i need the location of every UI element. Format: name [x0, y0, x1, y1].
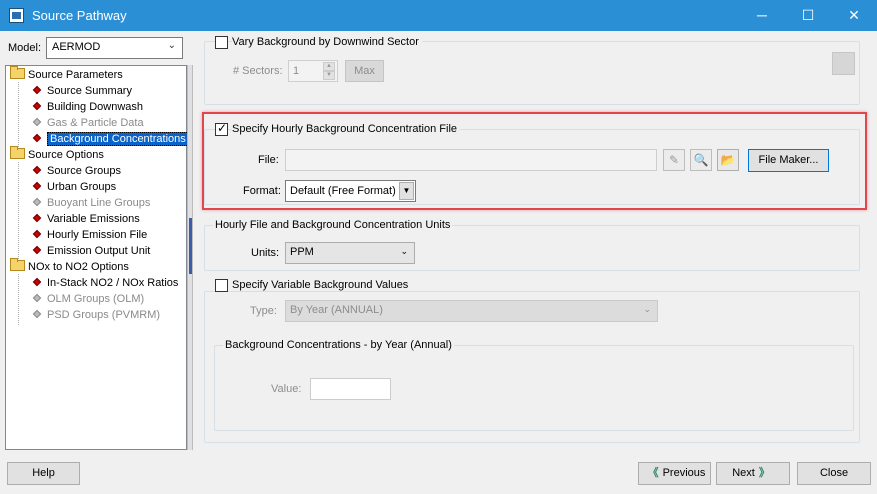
- diamond-bullet-icon: [32, 85, 42, 95]
- close-button[interactable]: Close: [797, 462, 871, 485]
- tree-item-building-downwash[interactable]: Building Downwash: [32, 99, 143, 115]
- tree-item-source-summary[interactable]: Source Summary: [32, 83, 132, 99]
- tree-item-psd-groups[interactable]: PSD Groups (PVMRM): [32, 307, 161, 323]
- navigation-tree: Source Parameters Source Summary Buildin…: [5, 65, 189, 450]
- chevron-down-icon: ⌄: [167, 40, 176, 51]
- spin-up-icon[interactable]: ▲: [323, 62, 335, 71]
- tree-folder-label: NOx to NO2 Options: [28, 261, 129, 273]
- type-select[interactable]: By Year (ANNUAL) ⌄: [285, 300, 658, 322]
- previous-button[interactable]: 《 Previous: [638, 462, 711, 485]
- diamond-bullet-icon: [32, 133, 42, 143]
- model-value: AERMOD: [52, 41, 101, 53]
- diamond-bullet-icon: [32, 229, 42, 239]
- sector-preview-box[interactable]: [832, 52, 855, 75]
- tree-folder-label: Source Parameters: [28, 69, 123, 81]
- help-button[interactable]: Help: [7, 462, 80, 485]
- tree-item-label: Urban Groups: [47, 181, 117, 193]
- max-button[interactable]: Max: [345, 60, 384, 82]
- diamond-bullet-icon: [32, 181, 42, 191]
- right-panel: Vary Background by Downwind Sector # Sec…: [196, 31, 868, 451]
- diamond-bullet-icon: [32, 197, 42, 207]
- value-input[interactable]: [310, 378, 391, 400]
- tree-item-olm-groups[interactable]: OLM Groups (OLM): [32, 291, 145, 307]
- type-label: Type:: [250, 305, 277, 317]
- highlight-box: [202, 112, 867, 210]
- tree-item-variable-emissions[interactable]: Variable Emissions: [32, 211, 140, 227]
- previous-label: Previous: [662, 467, 706, 479]
- minimize-button[interactable]: ─: [739, 0, 785, 31]
- tree-item-label: Background Concentrations: [47, 132, 189, 146]
- units-select[interactable]: PPM ⌄: [285, 242, 415, 264]
- close-window-button[interactable]: ✕: [831, 0, 877, 31]
- tree-item-label: Emission Output Unit: [47, 245, 151, 257]
- tree-item-gas-particle-data[interactable]: Gas & Particle Data: [32, 115, 144, 131]
- vary-sector-checkbox[interactable]: [215, 36, 228, 49]
- diamond-bullet-icon: [32, 213, 42, 223]
- app-icon: [9, 8, 24, 23]
- double-chevron-left-icon: 《: [647, 467, 659, 479]
- chevron-down-icon: ⌄: [643, 304, 651, 314]
- tree-item-hourly-emission-file[interactable]: Hourly Emission File: [32, 227, 148, 243]
- tree-item-background-concentrations[interactable]: Background Concentrations: [32, 131, 189, 147]
- value-label: Value:: [271, 383, 302, 395]
- maximize-button[interactable]: ☐: [785, 0, 831, 31]
- diamond-bullet-icon: [32, 101, 42, 111]
- tree-folder-nox-to-no2[interactable]: NOx to NO2 Options: [10, 258, 129, 275]
- window-title: Source Pathway: [32, 8, 127, 23]
- right-scrollbar[interactable]: [868, 31, 877, 451]
- sectors-spinner[interactable]: 1 ▲ ▼: [288, 60, 338, 82]
- spin-down-icon[interactable]: ▼: [323, 71, 335, 80]
- folder-open-icon: [10, 146, 25, 159]
- tree-item-label: Source Summary: [47, 85, 132, 97]
- tree-item-label: In-Stack NO2 / NOx Ratios: [47, 277, 179, 289]
- diamond-bullet-icon: [32, 245, 42, 255]
- vary-sector-label: Vary Background by Downwind Sector: [232, 36, 422, 48]
- panel-splitter[interactable]: [187, 65, 193, 450]
- tree-item-source-groups[interactable]: Source Groups: [32, 163, 121, 179]
- units-group-title: Hourly File and Background Concentration…: [213, 219, 453, 231]
- tree-folder-label: Source Options: [28, 149, 104, 161]
- model-select[interactable]: AERMOD ⌄: [46, 37, 183, 59]
- annual-values-title: Background Concentrations - by Year (Ann…: [223, 339, 454, 351]
- diamond-bullet-icon: [32, 277, 42, 287]
- variable-background-checkbox[interactable]: [215, 279, 228, 292]
- tree-item-emission-output-unit[interactable]: Emission Output Unit: [32, 243, 151, 259]
- model-label: Model:: [8, 42, 42, 54]
- diamond-bullet-icon: [32, 293, 42, 303]
- tree-item-urban-groups[interactable]: Urban Groups: [32, 179, 117, 195]
- tree-item-buoyant-line-groups[interactable]: Buoyant Line Groups: [32, 195, 151, 211]
- tree-item-label: OLM Groups (OLM): [47, 293, 145, 305]
- tree-item-label: Source Groups: [47, 165, 121, 177]
- variable-background-label: Specify Variable Background Values: [232, 279, 412, 291]
- sectors-value: 1: [293, 65, 300, 77]
- diamond-bullet-icon: [32, 165, 42, 175]
- tree-item-label: Buoyant Line Groups: [47, 197, 151, 209]
- folder-open-icon: [10, 66, 25, 79]
- units-label: Units:: [251, 247, 280, 259]
- tree-item-label: Variable Emissions: [47, 213, 140, 225]
- tree-item-label: Building Downwash: [47, 101, 143, 113]
- double-chevron-right-icon: 》: [758, 467, 770, 479]
- tree-item-label: PSD Groups (PVMRM): [47, 309, 161, 321]
- chevron-down-icon: ⌄: [400, 246, 408, 256]
- sectors-label: # Sectors:: [233, 65, 283, 77]
- tree-folder-source-options[interactable]: Source Options: [10, 146, 104, 163]
- folder-open-icon: [10, 258, 25, 271]
- type-value: By Year (ANNUAL): [290, 304, 383, 316]
- next-label: Next: [732, 467, 755, 479]
- tree-item-in-stack-ratios[interactable]: In-Stack NO2 / NOx Ratios: [32, 275, 179, 291]
- splitter-grip[interactable]: [189, 218, 192, 274]
- tree-folder-source-parameters[interactable]: Source Parameters: [10, 66, 123, 83]
- diamond-bullet-icon: [32, 117, 42, 127]
- title-bar: Source Pathway ─ ☐ ✕: [0, 0, 877, 31]
- diamond-bullet-icon: [32, 309, 42, 319]
- tree-item-label: Gas & Particle Data: [47, 117, 144, 129]
- units-value: PPM: [290, 246, 314, 258]
- next-button[interactable]: Next 》: [716, 462, 790, 485]
- tree-item-label: Hourly Emission File: [47, 229, 148, 241]
